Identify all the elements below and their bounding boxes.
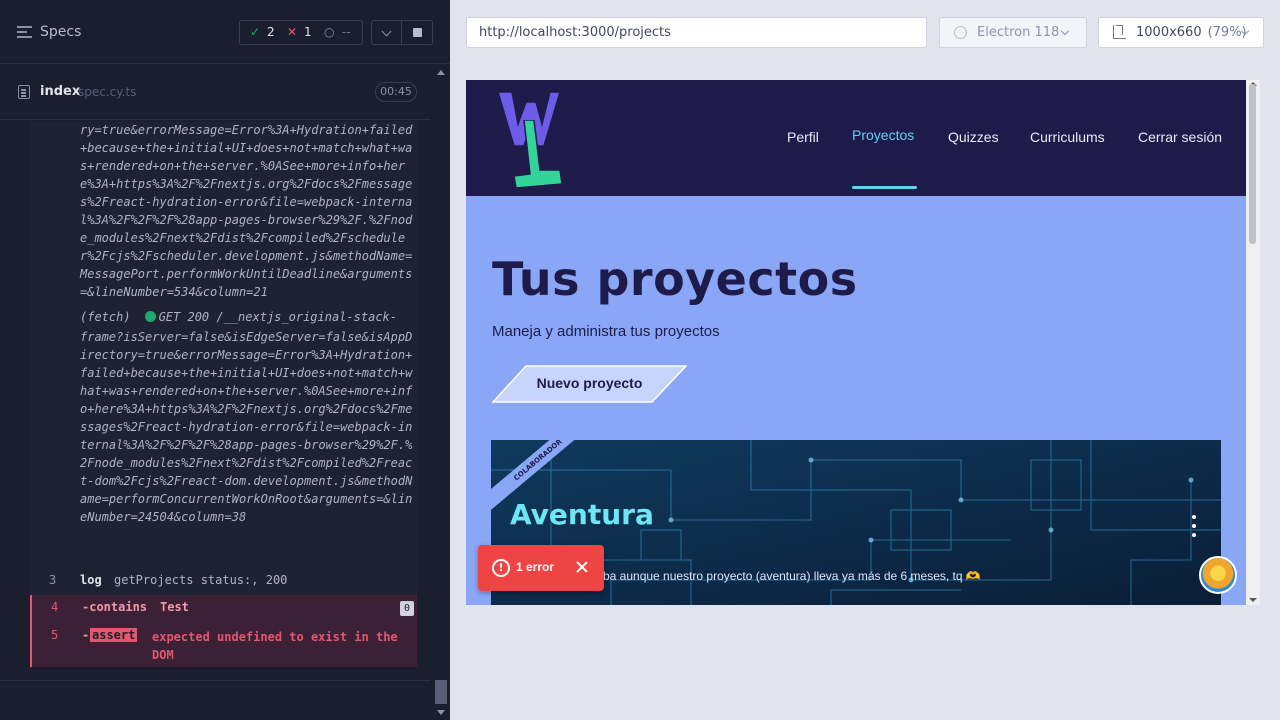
viewport-zoom: (79%) bbox=[1207, 25, 1247, 40]
nav-proyectos[interactable]: Proyectos bbox=[852, 127, 914, 143]
logo-l-icon bbox=[513, 120, 562, 188]
scroll-down-icon[interactable] bbox=[1249, 598, 1257, 602]
command-name: log bbox=[80, 573, 102, 587]
specs-list-icon[interactable] bbox=[17, 26, 32, 38]
scroll-thumb[interactable] bbox=[435, 680, 447, 704]
assert-message: expected undefined to exist in the DOM bbox=[152, 630, 405, 662]
specs-title[interactable]: Specs bbox=[40, 24, 81, 40]
command-number: 5 bbox=[51, 628, 59, 642]
page-title: Tus proyectos bbox=[492, 252, 858, 306]
spec-name[interactable]: index bbox=[40, 84, 80, 99]
error-count: 1 error bbox=[516, 560, 555, 574]
collapse-button[interactable] bbox=[371, 20, 402, 45]
divider bbox=[0, 680, 430, 681]
command-message: getProjects status:, 200 bbox=[114, 573, 288, 587]
new-project-button[interactable]: Nuevo proyecto bbox=[492, 365, 687, 403]
avatar[interactable] bbox=[1199, 556, 1237, 594]
ruler-icon bbox=[1113, 25, 1126, 39]
command-row-failed[interactable]: 5 - assert expected undefined to exist i… bbox=[30, 622, 417, 667]
url-bar[interactable]: http://localhost:3000/projects bbox=[466, 17, 927, 48]
reporter-scrollbar[interactable] bbox=[432, 65, 450, 720]
command-message: Test bbox=[160, 600, 189, 614]
nav-quizzes[interactable]: Quizzes bbox=[948, 129, 999, 145]
command-row[interactable]: 3 log getProjects status:, 200 bbox=[30, 571, 417, 595]
specs-header: Specs ✓ 2 ✕ 1 ○ -- bbox=[0, 0, 450, 64]
nav-cerrar-sesion[interactable]: Cerrar sesión bbox=[1138, 129, 1222, 145]
fetch-tag: (fetch) bbox=[80, 310, 131, 324]
project-title[interactable]: Aventura bbox=[510, 498, 654, 531]
log-message: frame?isServer=false&isEdgeServer=false&… bbox=[80, 330, 413, 524]
command-number: 4 bbox=[51, 600, 59, 614]
check-icon: ✓ bbox=[250, 25, 261, 39]
failed-count: 1 bbox=[304, 25, 312, 39]
nav-perfil[interactable]: Perfil bbox=[787, 129, 819, 145]
log-message: ry=true&errorMessage=Error%3A+Hydration+… bbox=[80, 123, 413, 299]
project-description: ba aunque nuestro proyecto (aventura) ll… bbox=[603, 569, 981, 583]
status-dot-icon bbox=[144, 311, 156, 322]
app-scrollbar[interactable] bbox=[1246, 80, 1260, 605]
browser-label: Electron 118 bbox=[977, 25, 1060, 40]
app-navbar: Perfil Proyectos Quizzes Curriculums Cer… bbox=[466, 80, 1246, 196]
alert-icon: ! bbox=[492, 559, 510, 577]
spec-file-header: index spec.cy.ts bbox=[0, 65, 430, 120]
nav-curriculums[interactable]: Curriculums bbox=[1030, 129, 1105, 145]
error-toast[interactable]: ! 1 error bbox=[478, 545, 604, 591]
passed-count: 2 bbox=[267, 25, 275, 39]
active-tab-indicator bbox=[852, 186, 917, 189]
pending-icon: ○ bbox=[324, 25, 335, 39]
spec-duration: 00:45 bbox=[375, 82, 417, 102]
file-icon bbox=[18, 85, 30, 99]
pending-count: -- bbox=[342, 25, 351, 39]
scroll-up-icon[interactable] bbox=[437, 70, 445, 75]
app-preview: Perfil Proyectos Quizzes Curriculums Cer… bbox=[466, 80, 1246, 605]
reporter-panel: Specs ✓ 2 ✕ 1 ○ -- index spec.cy.ts 00:4… bbox=[0, 0, 450, 720]
fetch-request: GET 200 /__nextjs_original-stack- bbox=[158, 310, 397, 324]
new-project-label: Nuevo proyecto bbox=[536, 375, 643, 391]
more-options-icon[interactable] bbox=[1191, 515, 1197, 537]
command-row-failed[interactable]: 4 -contains Test 0 bbox=[30, 595, 417, 622]
command-number: 3 bbox=[49, 573, 57, 587]
cross-icon: ✕ bbox=[287, 25, 298, 39]
assert-tag: assert bbox=[90, 628, 138, 642]
stop-button[interactable] bbox=[402, 20, 433, 45]
test-stats: ✓ 2 ✕ 1 ○ -- bbox=[239, 20, 363, 45]
fetch-entry[interactable]: (fetch) GET 200 /__nextjs_original-stack- bbox=[80, 310, 397, 324]
close-icon[interactable] bbox=[576, 561, 588, 573]
scroll-down-icon[interactable] bbox=[437, 710, 445, 715]
electron-icon bbox=[954, 26, 967, 39]
scroll-thumb[interactable] bbox=[1249, 84, 1256, 244]
viewport-size: 1000x660 bbox=[1136, 25, 1202, 40]
command-name: - bbox=[82, 628, 90, 642]
match-count-badge: 0 bbox=[400, 601, 414, 616]
page-subtitle: Maneja y administra tus proyectos bbox=[492, 323, 720, 340]
spec-extension: spec.cy.ts bbox=[78, 85, 137, 99]
command-name: -contains bbox=[82, 600, 148, 614]
